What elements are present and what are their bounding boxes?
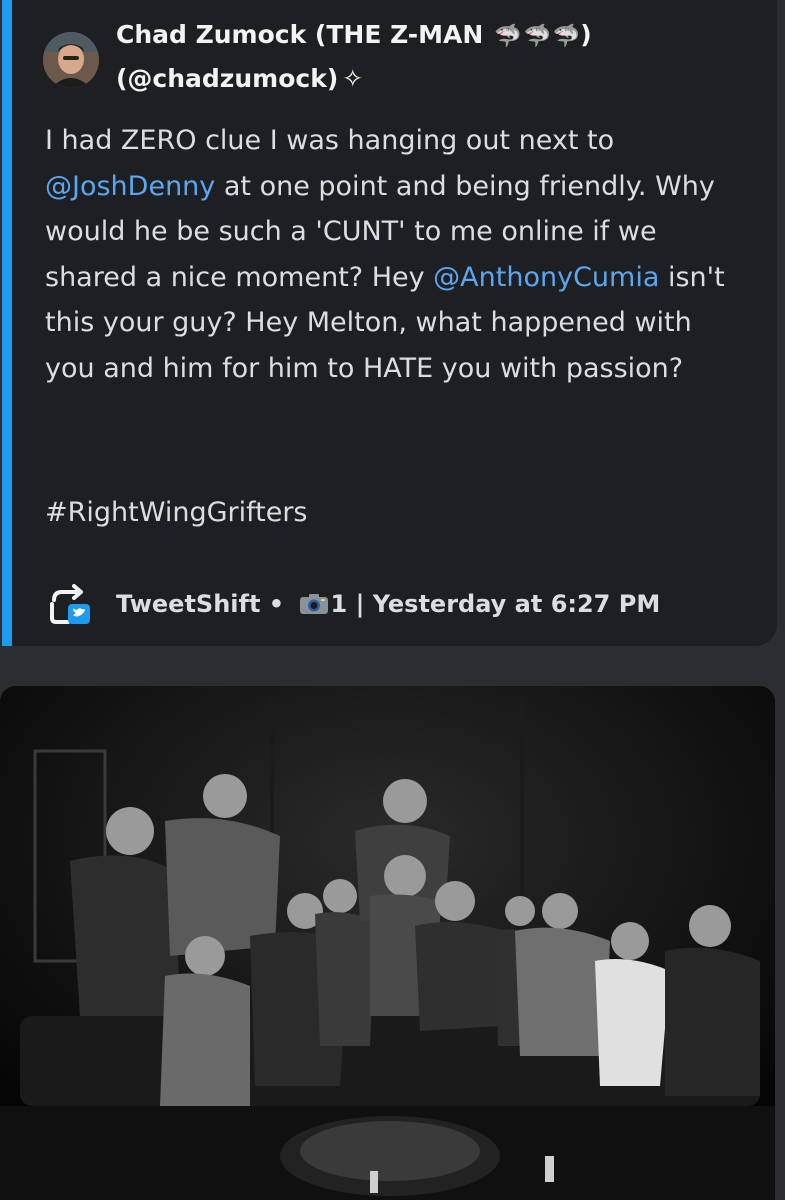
attached-photo[interactable] (0, 686, 775, 1200)
footer-divider: | (347, 590, 373, 618)
tweet-embed: Chad Zumock (THE Z-MAN 🦈🦈🦈) (@chadzumock… (2, 0, 777, 646)
author-handle[interactable]: (@chadzumock) ✧ (116, 62, 363, 96)
footer-source: TweetShift (116, 590, 261, 618)
author-handle-text: (@chadzumock) (116, 64, 339, 93)
embed-accent-bar (2, 0, 12, 646)
author-name-close: ) (580, 20, 592, 49)
timestamp[interactable]: Yesterday at 6:27 PM (373, 590, 661, 618)
mention-link[interactable]: @AnthonyCumia (433, 262, 659, 293)
shark-icon: 🦈 (523, 24, 551, 49)
author-name-text: Chad Zumock (THE Z-MAN (116, 20, 484, 49)
footer-separator: • (260, 590, 293, 618)
media-count: 1 (330, 590, 348, 618)
shark-icon: 🦈 (494, 24, 522, 49)
hashtag-link[interactable]: #RightWingGrifters (45, 490, 308, 535)
embed-footer: TweetShift • 1 | Yesterday at 6:27 PM (48, 582, 660, 626)
author-avatar[interactable] (43, 32, 99, 88)
tweetshift-icon (48, 582, 92, 626)
author-name[interactable]: Chad Zumock (THE Z-MAN 🦈🦈🦈) (116, 18, 756, 54)
mention-link[interactable]: @JoshDenny (45, 171, 215, 202)
shark-icon: 🦈 (552, 24, 581, 49)
tweet-body: I had ZERO clue I was hanging out next t… (45, 118, 745, 392)
tweet-text-segment: I had ZERO clue I was hanging out next t… (45, 125, 615, 156)
sparkle-icon: ✧ (342, 64, 364, 93)
camera-icon (299, 593, 329, 615)
